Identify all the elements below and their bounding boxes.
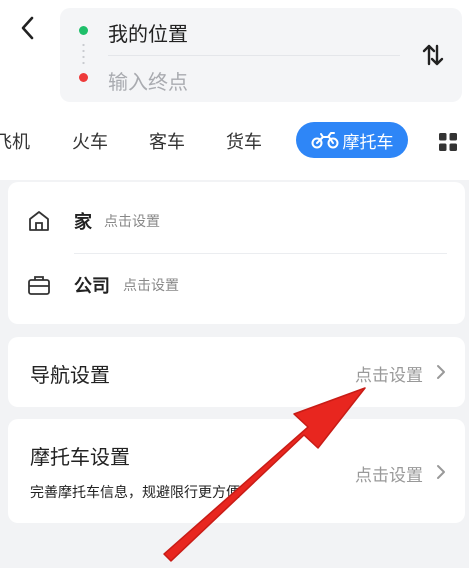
origin-field[interactable]: 我的位置 [108, 18, 188, 47]
nav-settings-action[interactable]: 点击设置 [355, 361, 423, 386]
moto-settings-title: 摩托车设置 [30, 445, 130, 469]
route-input-box: 我的位置 输入终点 [60, 8, 462, 102]
destination-dot-icon [79, 73, 88, 82]
company-hint: 点击设置 [123, 278, 179, 294]
company-label: 公司 [74, 276, 110, 297]
transport-tabs: 飞机 火车 客车 货车 摩托车 [0, 118, 469, 164]
tab-motorcycle-label: 摩托车 [342, 132, 394, 153]
nav-settings-title: 导航设置 [30, 363, 110, 387]
moto-settings-row[interactable]: 摩托车设置 完善摩托车信息，规避限行更方便 点击设置 [8, 419, 465, 523]
nav-settings-row[interactable]: 导航设置 点击设置 [8, 337, 465, 407]
home-label: 家 [74, 212, 92, 233]
saved-places-card: 家 点击设置 公司 点击设置 [8, 182, 465, 324]
tab-train[interactable]: 火车 [72, 128, 108, 154]
home-row[interactable]: 家 点击设置 [8, 190, 465, 250]
home-icon [29, 211, 49, 231]
tab-motorcycle[interactable]: 摩托车 [296, 122, 408, 158]
chevron-right-icon [437, 365, 445, 379]
company-row[interactable]: 公司 点击设置 [8, 254, 465, 314]
tab-truck[interactable]: 货车 [226, 128, 262, 154]
swap-icon[interactable] [418, 40, 448, 70]
back-arrow-icon [21, 16, 34, 40]
moto-settings-subtitle: 完善摩托车信息，规避限行更方便 [30, 485, 240, 501]
grid-icon[interactable] [438, 132, 458, 152]
motorcycle-icon [311, 132, 338, 149]
origin-dot-icon [79, 26, 88, 35]
tab-plane[interactable]: 飞机 [0, 128, 30, 154]
tab-coach[interactable]: 客车 [149, 128, 185, 154]
briefcase-icon [28, 276, 50, 295]
home-hint: 点击设置 [104, 214, 160, 230]
chevron-right-icon [437, 465, 445, 479]
moto-settings-action[interactable]: 点击设置 [355, 461, 423, 486]
route-divider [108, 55, 400, 56]
top-panel: 我的位置 输入终点 飞机 火车 客车 货车 摩托车 [0, 0, 469, 180]
destination-input[interactable]: 输入终点 [108, 66, 188, 95]
back-button[interactable] [10, 10, 46, 46]
route-connector [82, 42, 85, 66]
